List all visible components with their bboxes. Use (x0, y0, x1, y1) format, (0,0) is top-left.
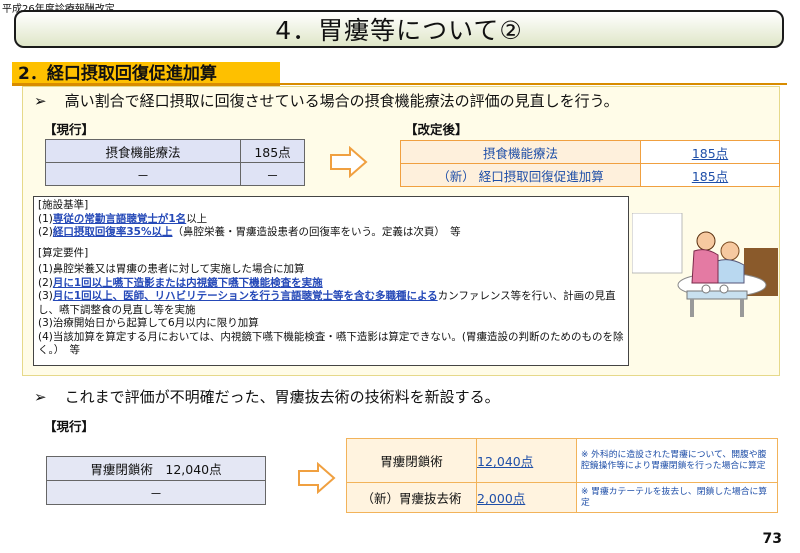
revised-closure-table: 胃瘻閉鎖術 12,040点 ※ 外科的に造設された胃瘻について、開腹や腹腔鏡操作… (346, 438, 778, 513)
table-row: 摂食機能療法 185点 (400, 140, 780, 164)
list-item: (1)専従の常勤言語聴覚士が1名以上 (38, 212, 208, 225)
page-title: 4．胃瘻等について② (275, 16, 523, 45)
table-cell: 摂食機能療法 (45, 139, 241, 163)
section3-bullet: ➢ これまで評価が不明確だった、胃瘻抜去術の技術料を新設する。 (34, 386, 500, 407)
section-divider (12, 83, 787, 85)
page-number: 73 (762, 531, 782, 547)
table-row: － (46, 480, 266, 505)
current-fee-table: 摂食機能療法 185点 － － (45, 139, 305, 186)
section3-bullet-text: これまで評価が不明確だった、胃瘻抜去術の技術料を新設する。 (64, 388, 500, 406)
current-closure-table: 胃瘻閉鎖術 12,040点 － (46, 456, 266, 505)
criteria-box: [施設基準] (1)専従の常勤言語聴覚士が1名以上 (2)経口摂取回復率35%以… (33, 196, 629, 366)
table-cell: 胃瘻閉鎖術 (346, 438, 477, 483)
table-cell: 185点 (640, 140, 780, 164)
right-arrow-icon (330, 146, 368, 178)
caregiver-body (691, 249, 719, 284)
current-label: 【現行】 (44, 122, 95, 137)
table-row: （新）胃瘻抜去術 2,000点 ※ 胃瘻カテーテルを抜去し、閉鎖した場合に算定 (346, 482, 778, 513)
current-label: 【現行】 (44, 419, 95, 434)
list-item: (4)当該加算を算定する月においては、内視鏡下嚥下機能検査・嚥下造影は算定できな… (38, 330, 624, 357)
patient-head (720, 241, 740, 261)
caregiver-illustration (632, 213, 778, 317)
bullet-arrow-icon: ➢ (34, 91, 47, 110)
overbed-table (686, 290, 748, 300)
table-note: ※ 胃瘻カテーテルを抜去し、閉鎖した場合に算定 (576, 482, 778, 513)
table-cell: 摂食機能療法 (400, 140, 641, 164)
table-row: 摂食機能療法 185点 (45, 139, 305, 163)
table-cell: － (46, 480, 266, 505)
picture-frame (632, 213, 683, 274)
revised-fee-table: 摂食機能療法 185点 （新） 経口摂取回復促進加算 185点 (400, 140, 780, 187)
table-row: 胃瘻閉鎖術 12,040点 ※ 外科的に造設された胃瘻について、開腹や腹腔鏡操作… (346, 438, 778, 483)
list-item: (3)月に1回以上、医師、リハビリテーションを行う言語聴覚士等を含む多職種による… (38, 290, 616, 316)
list-item: (2)経口摂取回復率35%以上（鼻腔栄養・胃瘻造設患者の回復率をいう。定義は次頁… (38, 226, 461, 238)
patient-body (716, 259, 745, 284)
calc-heading: [算定要件] (38, 246, 89, 259)
table-cell: 185点 (640, 163, 780, 187)
right-arrow-icon (298, 462, 336, 494)
list-item: (2)月に1回以上嚥下造影または内視鏡下嚥下機能検査を実施 (38, 276, 323, 289)
table-cell: 185点 (240, 139, 305, 163)
table-cell: 2,000点 (476, 482, 577, 513)
table-cell: － (240, 162, 305, 186)
table-cell: － (45, 162, 241, 186)
page-title-box: 4．胃瘻等について② (14, 10, 784, 48)
table-cell: （新）胃瘻抜去術 (346, 482, 477, 513)
revised-label: 【改定後】 (405, 122, 468, 137)
table-note: ※ 外科的に造設された胃瘻について、開腹や腹腔鏡操作等により胃瘻閉鎖を行った場合… (576, 438, 778, 483)
table-cell: 胃瘻閉鎖術 12,040点 (46, 456, 266, 481)
table-cell: 12,040点 (476, 438, 577, 483)
table-row: 胃瘻閉鎖術 12,040点 (46, 456, 266, 481)
caregiver-head (696, 231, 716, 251)
list-item: (1)鼻腔栄養又は胃瘻の患者に対して実施した場合に加算 (38, 263, 305, 275)
table-row: － － (45, 162, 305, 186)
section2-bullet: ➢ 高い割合で経口摂取に回復させている場合の摂食機能療法の評価の見直しを行う。 (34, 90, 619, 111)
list-item: (3)治療開始日から起算して6月以内に限り加算 (38, 317, 259, 329)
table-cell: （新） 経口摂取回復促進加算 (400, 163, 641, 187)
bullet-arrow-icon: ➢ (34, 387, 47, 406)
facility-heading: [施設基準] (38, 199, 89, 211)
table-row: （新） 経口摂取回復促進加算 185点 (400, 163, 780, 187)
section2-bullet-text: 高い割合で経口摂取に回復させている場合の摂食機能療法の評価の見直しを行う。 (64, 92, 619, 110)
